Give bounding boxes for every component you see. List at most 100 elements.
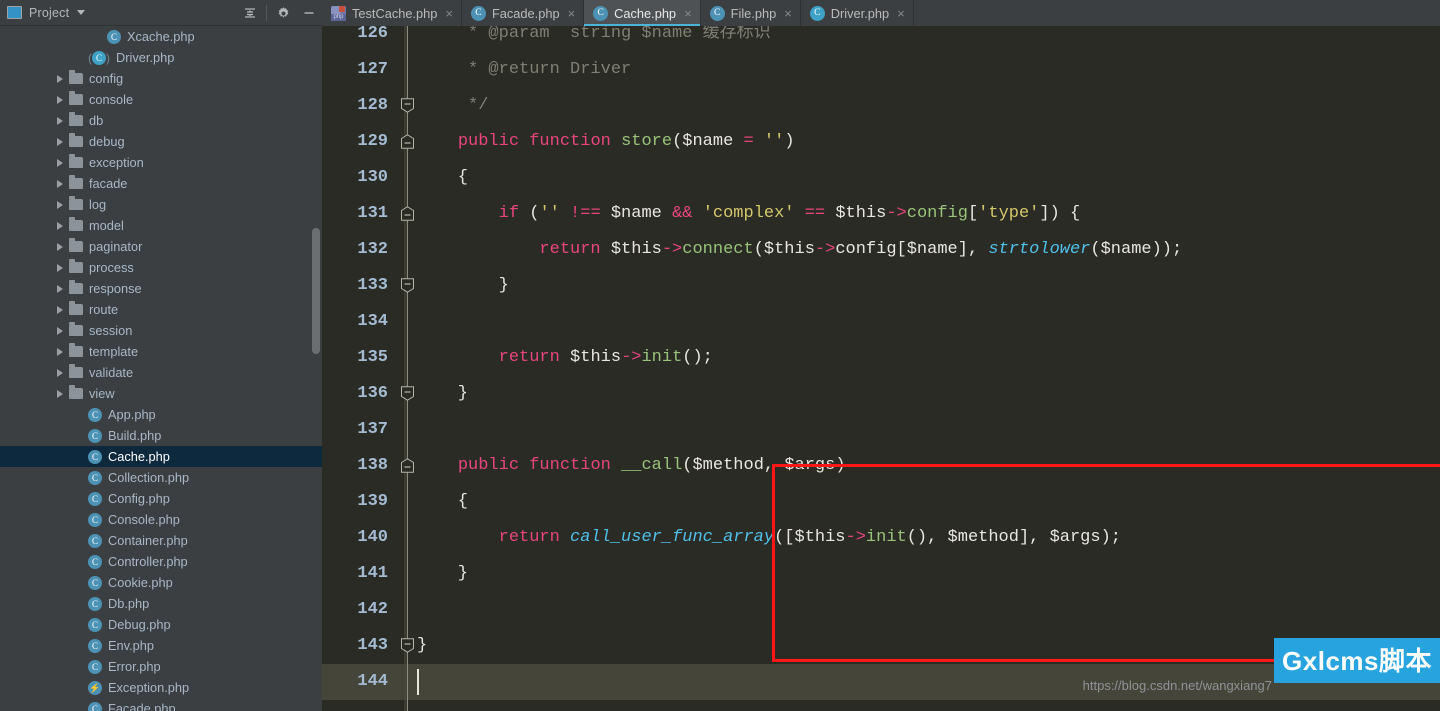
- tree-item-model[interactable]: model: [0, 215, 322, 236]
- code-line-text[interactable]: * @return Driver: [417, 52, 631, 88]
- tree-item-config-php[interactable]: C Config.php: [0, 488, 322, 509]
- line-number: 127: [357, 60, 388, 79]
- tree-item-facade[interactable]: facade: [0, 173, 322, 194]
- expand-arrow-icon[interactable]: [57, 263, 63, 272]
- tab-facade-php[interactable]: C Facade.php ×: [462, 0, 585, 26]
- code-line-text[interactable]: }: [417, 556, 468, 592]
- fold-toggle-end[interactable]: [400, 98, 415, 113]
- tree-item-session[interactable]: session: [0, 320, 322, 341]
- expand-arrow-icon[interactable]: [57, 389, 63, 398]
- expand-arrow-icon[interactable]: [57, 74, 63, 83]
- tree-item-view[interactable]: view: [0, 383, 322, 404]
- tree-item-db-php[interactable]: C Db.php: [0, 593, 322, 614]
- php-class-icon: C: [88, 575, 102, 590]
- code-line-text[interactable]: public function store($name = ''): [417, 124, 795, 160]
- tree-item-container-php[interactable]: C Container.php: [0, 530, 322, 551]
- tab-close-icon[interactable]: ×: [684, 7, 692, 20]
- tree-item-validate[interactable]: validate: [0, 362, 322, 383]
- chevron-down-icon[interactable]: [77, 10, 86, 15]
- tree-item-driver-php[interactable]: (C) Driver.php: [0, 47, 322, 68]
- tree-item-console-php[interactable]: C Console.php: [0, 509, 322, 530]
- expand-arrow-icon[interactable]: [57, 116, 63, 125]
- tree-item-process[interactable]: process: [0, 257, 322, 278]
- tree-item-route[interactable]: route: [0, 299, 322, 320]
- expand-arrow-icon[interactable]: [57, 347, 63, 356]
- tree-item-controller-php[interactable]: C Controller.php: [0, 551, 322, 572]
- code-line-text[interactable]: {: [417, 484, 468, 520]
- tree-item-console[interactable]: console: [0, 89, 322, 110]
- code-line-text[interactable]: return call_user_func_array([$this->init…: [417, 520, 1121, 556]
- code-token: $args: [1049, 528, 1101, 547]
- expand-arrow-icon[interactable]: [57, 158, 63, 167]
- tree-item-paginator[interactable]: paginator: [0, 236, 322, 257]
- expand-arrow-icon[interactable]: [57, 200, 63, 209]
- code-line-text[interactable]: }: [417, 628, 427, 664]
- tree-item-template[interactable]: template: [0, 341, 322, 362]
- fold-toggle-end[interactable]: [400, 278, 415, 293]
- tree-item-config[interactable]: config: [0, 68, 322, 89]
- code-line-text[interactable]: }: [417, 268, 509, 304]
- tree-item-xcache-php[interactable]: C Xcache.php: [0, 26, 322, 47]
- expand-arrow-icon[interactable]: [57, 326, 63, 335]
- php-class-icon: C: [88, 449, 102, 464]
- code-line-text[interactable]: * @param string $name 缓存标识: [417, 26, 771, 52]
- tree-item-cache-php[interactable]: C Cache.php: [0, 446, 322, 467]
- tree-item-response[interactable]: response: [0, 278, 322, 299]
- expand-arrow-icon[interactable]: [57, 305, 63, 314]
- expand-arrow-icon[interactable]: [57, 179, 63, 188]
- fold-toggle-start[interactable]: [400, 206, 415, 221]
- code-line-text[interactable]: return $this->init();: [417, 340, 713, 376]
- expand-arrow-icon[interactable]: [57, 137, 63, 146]
- editor-tab-bar[interactable]: TestCache.php × C Facade.php × C Cache.php × C Fi…: [322, 0, 1440, 26]
- code-line-text[interactable]: return $this->connect($this->config[$nam…: [417, 232, 1182, 268]
- tab-close-icon[interactable]: ×: [784, 7, 792, 20]
- tree-item-collection-php[interactable]: C Collection.php: [0, 467, 322, 488]
- tree-item-cookie-php[interactable]: C Cookie.php: [0, 572, 322, 593]
- expand-arrow-icon[interactable]: [57, 242, 63, 251]
- fold-toggle-end[interactable]: [400, 386, 415, 401]
- expand-arrow-icon[interactable]: [57, 284, 63, 293]
- expand-arrow-icon[interactable]: [57, 221, 63, 230]
- php-class-icon: C: [88, 638, 102, 653]
- tab-close-icon[interactable]: ×: [445, 7, 453, 20]
- sidebar-scrollbar-thumb[interactable]: [312, 228, 320, 354]
- tab-testcache-php[interactable]: TestCache.php ×: [322, 0, 462, 26]
- expand-arrow-icon[interactable]: [57, 368, 63, 377]
- fold-toggle-end[interactable]: [400, 638, 415, 653]
- tree-item-debug[interactable]: debug: [0, 131, 322, 152]
- tree-item-build-php[interactable]: C Build.php: [0, 425, 322, 446]
- tree-item-error-php[interactable]: C Error.php: [0, 656, 322, 677]
- code-line-text[interactable]: {: [417, 160, 468, 196]
- code-line-text[interactable]: }: [417, 376, 468, 412]
- tree-item-exception-php[interactable]: Exception.php: [0, 677, 322, 698]
- tree-item-label: Xcache.php: [127, 29, 195, 44]
- code-editor[interactable]: 126 * @param string $name 缓存标识 127 * @ret…: [322, 26, 1440, 711]
- tree-item-label: db: [89, 113, 104, 128]
- tree-item-exception[interactable]: exception: [0, 152, 322, 173]
- tree-item-facade-php[interactable]: C Facade.php: [0, 698, 322, 711]
- tree-item-log[interactable]: log: [0, 194, 322, 215]
- settings-button[interactable]: [270, 0, 296, 26]
- tree-item-env-php[interactable]: C Env.php: [0, 635, 322, 656]
- tab-close-icon[interactable]: ×: [897, 7, 905, 20]
- tab-file-php[interactable]: C File.php ×: [701, 0, 801, 26]
- tree-item-debug-php[interactable]: C Debug.php: [0, 614, 322, 635]
- tab-close-icon[interactable]: ×: [568, 7, 576, 20]
- collapse-all-button[interactable]: [237, 0, 263, 26]
- tree-item-app-php[interactable]: C App.php: [0, 404, 322, 425]
- fold-toggle-start[interactable]: [400, 458, 415, 473]
- code-line-text[interactable]: public function __call($method, $args): [417, 448, 846, 484]
- project-icon: [7, 6, 22, 19]
- tree-item-db[interactable]: db: [0, 110, 322, 131]
- project-file-tree[interactable]: C Xcache.php (C) Driver.php config console db d…: [0, 26, 322, 711]
- code-token: ->: [845, 528, 866, 547]
- line-number: 136: [357, 384, 388, 403]
- code-token: ->: [661, 240, 683, 259]
- code-line-text[interactable]: */: [417, 88, 488, 124]
- code-line-text[interactable]: if ('' !== $name && 'complex' == $this->…: [417, 196, 1081, 232]
- expand-arrow-icon[interactable]: [57, 95, 63, 104]
- tab-driver-php[interactable]: C Driver.php ×: [801, 0, 914, 26]
- fold-toggle-start[interactable]: [400, 134, 415, 149]
- tab-cache-php[interactable]: C Cache.php ×: [584, 0, 701, 26]
- hide-panel-button[interactable]: [296, 0, 322, 26]
